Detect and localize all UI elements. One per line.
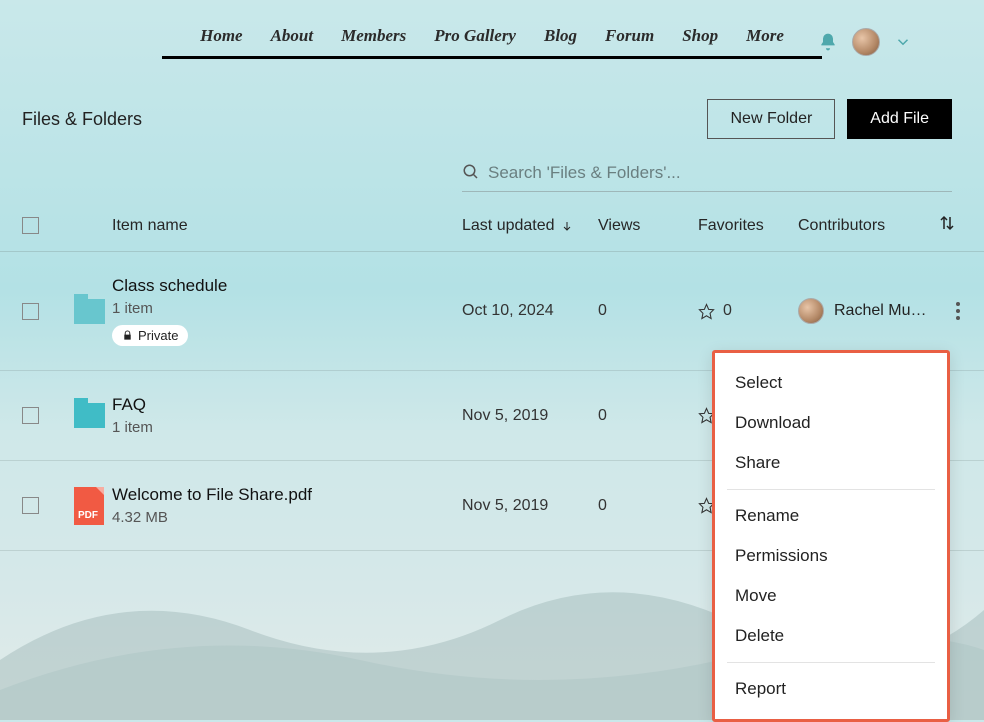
search-icon: [462, 163, 480, 181]
menu-share[interactable]: Share: [715, 443, 947, 483]
item-views: 0: [598, 407, 698, 425]
item-date: Nov 5, 2019: [462, 407, 598, 425]
notifications-icon[interactable]: [818, 32, 838, 52]
col-last-updated[interactable]: Last updated: [462, 217, 598, 235]
item-views: 0: [598, 497, 698, 515]
search-input[interactable]: [488, 163, 952, 183]
col-item-name[interactable]: Item name: [112, 217, 462, 235]
menu-divider: [727, 662, 935, 663]
star-icon: [698, 303, 715, 320]
row-menu-button[interactable]: [938, 302, 978, 320]
nav-blog[interactable]: Blog: [544, 26, 577, 46]
item-name: FAQ: [112, 395, 462, 415]
user-avatar[interactable]: [852, 28, 880, 56]
item-subtext: 4.32 MB: [112, 509, 462, 526]
menu-download[interactable]: Download: [715, 403, 947, 443]
item-subtext: 1 item: [112, 419, 462, 436]
nav-pro-gallery[interactable]: Pro Gallery: [434, 26, 516, 46]
menu-report[interactable]: Report: [715, 669, 947, 709]
row-checkbox[interactable]: [22, 303, 39, 320]
item-name: Class schedule: [112, 276, 462, 296]
menu-permissions[interactable]: Permissions: [715, 536, 947, 576]
contributor-avatar: [798, 298, 824, 324]
nav-shop[interactable]: Shop: [682, 26, 718, 46]
private-badge: Private: [112, 325, 188, 346]
context-menu: Select Download Share Rename Permissions…: [712, 350, 950, 722]
nav-home[interactable]: Home: [200, 26, 243, 46]
item-subtext: 1 item: [112, 300, 462, 317]
menu-move[interactable]: Move: [715, 576, 947, 616]
item-name: Welcome to File Share.pdf: [112, 485, 462, 505]
table-header: Item name Last updated Views Favorites C…: [0, 192, 984, 252]
folder-icon: [74, 299, 105, 324]
menu-delete[interactable]: Delete: [715, 616, 947, 656]
menu-divider: [727, 489, 935, 490]
nav-members[interactable]: Members: [341, 26, 406, 46]
lock-icon: [122, 330, 133, 341]
col-contributors[interactable]: Contributors: [798, 217, 938, 235]
menu-rename[interactable]: Rename: [715, 496, 947, 536]
col-favorites[interactable]: Favorites: [698, 217, 798, 235]
col-views[interactable]: Views: [598, 217, 698, 235]
item-date: Oct 10, 2024: [462, 302, 598, 320]
add-file-button[interactable]: Add File: [847, 99, 952, 139]
nav-forum[interactable]: Forum: [605, 26, 654, 46]
chevron-down-icon[interactable]: [894, 33, 912, 51]
top-nav: Home About Members Pro Gallery Blog Foru…: [102, 26, 882, 46]
item-views: 0: [598, 302, 698, 320]
menu-select[interactable]: Select: [715, 363, 947, 403]
nav-more[interactable]: More: [746, 26, 784, 46]
sort-toggle-icon[interactable]: [938, 214, 978, 237]
row-checkbox[interactable]: [22, 407, 39, 424]
row-checkbox[interactable]: [22, 497, 39, 514]
nav-about[interactable]: About: [271, 26, 314, 46]
arrow-down-icon: [561, 219, 573, 233]
folder-icon: [74, 403, 105, 428]
item-favorites[interactable]: 0: [698, 302, 798, 320]
pdf-icon: PDF: [74, 487, 104, 525]
select-all-checkbox[interactable]: [22, 217, 39, 234]
new-folder-button[interactable]: New Folder: [707, 99, 835, 139]
page-title: Files & Folders: [22, 109, 142, 130]
search-box[interactable]: [462, 159, 952, 192]
item-contributor[interactable]: Rachel Mu…: [798, 298, 938, 324]
item-date: Nov 5, 2019: [462, 497, 598, 515]
